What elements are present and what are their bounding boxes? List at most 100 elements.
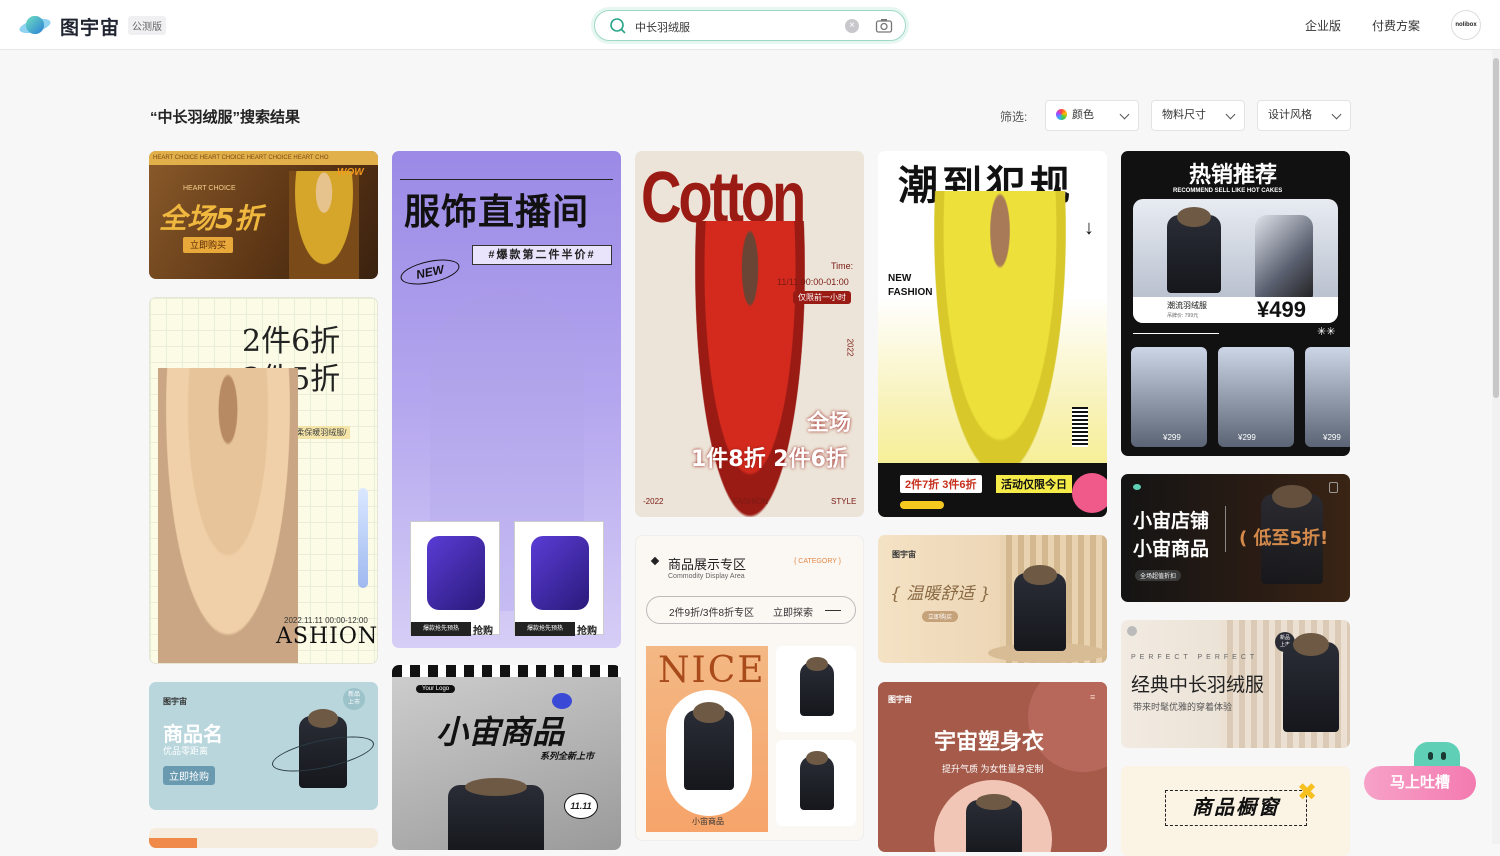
promo-strip: 2件7折 3件6折 活动仅限今日 [878,463,1107,517]
new-badge: NEW [398,255,462,289]
template-card[interactable]: HEART CHOICE HEART CHOICE HEART CHOICE H… [149,151,378,279]
filter-style[interactable]: 设计风格 [1257,100,1351,131]
thumb-image: ¥299 [1131,347,1207,447]
nav-enterprise[interactable]: 企业版 [1305,17,1341,34]
search-icon[interactable] [609,17,627,35]
brand-tag: 图宇宙 [163,697,187,706]
card-subtitle: HEART CHOICE [183,185,236,192]
ticker-text: HEART CHOICE HEART CHOICE HEART CHOICE H… [149,151,378,165]
arrow-right-icon [825,610,841,612]
template-card[interactable]: 热销推荐 RECOMMEND SELL LIKE HOT CAKES 潮流羽绒服… [1121,151,1350,456]
sparkle-icon: ✳✳ [1317,326,1336,338]
jacket-image [1167,207,1221,293]
barcode [1072,407,1088,447]
template-card[interactable]: 图宇宙 { 温暖舒适 } 立即购买 [878,535,1107,663]
sale-text: ( 低至5折! [1239,528,1329,549]
search-box[interactable]: 中长羽绒服 × [594,10,906,41]
year-label: 2022 [845,338,855,357]
card-decor [149,838,197,848]
template-card[interactable]: 潮到犯规 ↓ NEW FASHION 2件7折 3件6折 活动仅限今日 [878,151,1107,517]
jacket-image [448,778,544,850]
template-card[interactable]: 小宙店铺 小宙商品 全场超值折扣 ( 低至5折! [1121,474,1350,602]
category-tag: { CATEGORY } [794,558,842,565]
scrollbar[interactable] [1492,50,1500,844]
model-image [289,171,359,279]
jacket-image [966,794,1022,852]
sale-price: ¥499 [1257,297,1306,322]
clear-icon[interactable]: × [845,19,859,33]
top-bar: 图宇宙 公测版 中长羽绒服 × 企业版 付费方案 nolibox [0,0,1500,50]
scrollbar-thumb[interactable] [1493,58,1499,398]
model-image [934,191,1066,475]
card-eyebrow: PERFECT PERFECT [1131,654,1259,661]
card-headline: { 温暖舒适 } [890,584,991,604]
time-pill: 仅限前一小时 [793,291,851,304]
camera-icon[interactable] [875,17,893,35]
decor-pill [900,501,944,509]
template-card[interactable]: 服饰直播间 #爆款第二件半价# NEW 爆款抢先预热 抢购 爆款抢先预热 抢购 [392,151,621,648]
promo-line-2: 1件8折 2件6折 [691,447,848,472]
chevron-down-icon [1331,109,1342,120]
template-card[interactable]: PERFECT PERFECT 经典中长羽绒服 带来时髦优雅的穿着体验 新品上市 [1121,620,1350,748]
template-card[interactable]: 商品展示专区 Commodity Display Area { CATEGORY… [635,535,864,841]
filter-label: 筛选: [1000,110,1028,124]
template-card[interactable]: 商品橱窗 ✖ [1121,766,1350,856]
product-thumb [776,740,856,826]
card-headline: 商品展示专区 [668,558,747,573]
divider [400,179,613,180]
brand-dot [1127,626,1137,636]
product-frame: 爆款抢先预热 抢购 [410,521,500,637]
card-headline: 经典中长羽绒服 [1131,674,1265,696]
card-headline: 全场5折 [159,202,263,235]
decor-blob [1072,473,1107,513]
thumb-price: ¥299 [1163,433,1181,442]
buy-button: 立即抢购 [163,766,215,785]
avatar[interactable]: nolibox [1451,10,1481,40]
buy-label: 抢购 [577,626,597,637]
results-title: “中长羽绒服”搜索结果 [150,109,301,126]
buy-button: 立即购买 [922,611,959,622]
template-card[interactable]: Cotton Time: 11/11 00:00-01:00 仅限前一小时 20… [635,151,864,517]
product-name: 潮流羽绒服 [1167,301,1207,310]
thumb-image: ¥299 [1218,347,1294,447]
card-footer-text: ASHION [276,624,378,649]
thumb-image: ¥299 [1305,347,1350,447]
nice-text: NICE [658,650,766,691]
card-subtitle: 系列全新上市 [540,751,595,761]
brand-name[interactable]: 图宇宙 [60,13,120,40]
promo-bar: 2件9折/3件8折专区 立即探索 [646,596,856,624]
time-label: Time: [831,261,854,271]
card-subtitle: 优品零距离 [163,746,209,756]
time-value: 11/11 00:00-01:00 [777,277,849,287]
card-headline: 小宙商品 [436,713,565,751]
jacket-image [1283,633,1339,732]
color-wheel-icon [1056,109,1067,120]
divider [1225,506,1226,552]
diamond-icon [650,556,660,566]
buy-label: 抢购 [473,626,493,637]
feedback-button[interactable]: 马上吐槽 [1364,766,1476,800]
card-headline: 服饰直播间 [404,192,590,233]
footer-center: FASHION [733,497,769,506]
card-headline: 商品橱窗 [1165,790,1307,826]
promo-line-1: 全场 [807,411,852,436]
template-card[interactable]: 2件6折 3件5折 /轻柔保暖羽绒服/ 2022.11.11 00:00-12:… [149,297,378,664]
card-headline: 热销推荐 [1189,163,1278,188]
arrow-line [1133,333,1219,334]
template-card[interactable]: 图宇宙 ≡ 宇宙塑身衣 提升气质 为女性量身定制 [878,682,1107,852]
product-frame: 爆款抢先预热 抢购 [514,521,604,637]
jacket-image [800,750,834,810]
filter-size[interactable]: 物料尺寸 [1151,100,1245,131]
template-card[interactable]: Your Logo 小宙商品 系列全新上市 11.11 [392,665,621,850]
template-card[interactable] [149,828,378,848]
promo-bar-text: 2件9折/3件8折专区 [669,608,755,619]
nav-pricing[interactable]: 付费方案 [1372,17,1420,34]
template-card[interactable]: 图宇宙 商品名 优品零距离 立即抢购 新品上市 [149,682,378,810]
card-headline-2: 小宙商品 [1133,538,1210,560]
card-subtitle: 提升气质 为女性量身定制 [942,764,1044,774]
planet-logo-icon[interactable] [18,12,52,38]
filter-color[interactable]: 颜色 [1045,100,1139,131]
model-image [158,368,298,663]
search-input[interactable]: 中长羽绒服 [635,19,690,35]
feature-panel: NICE 小宙商品 [646,646,768,832]
